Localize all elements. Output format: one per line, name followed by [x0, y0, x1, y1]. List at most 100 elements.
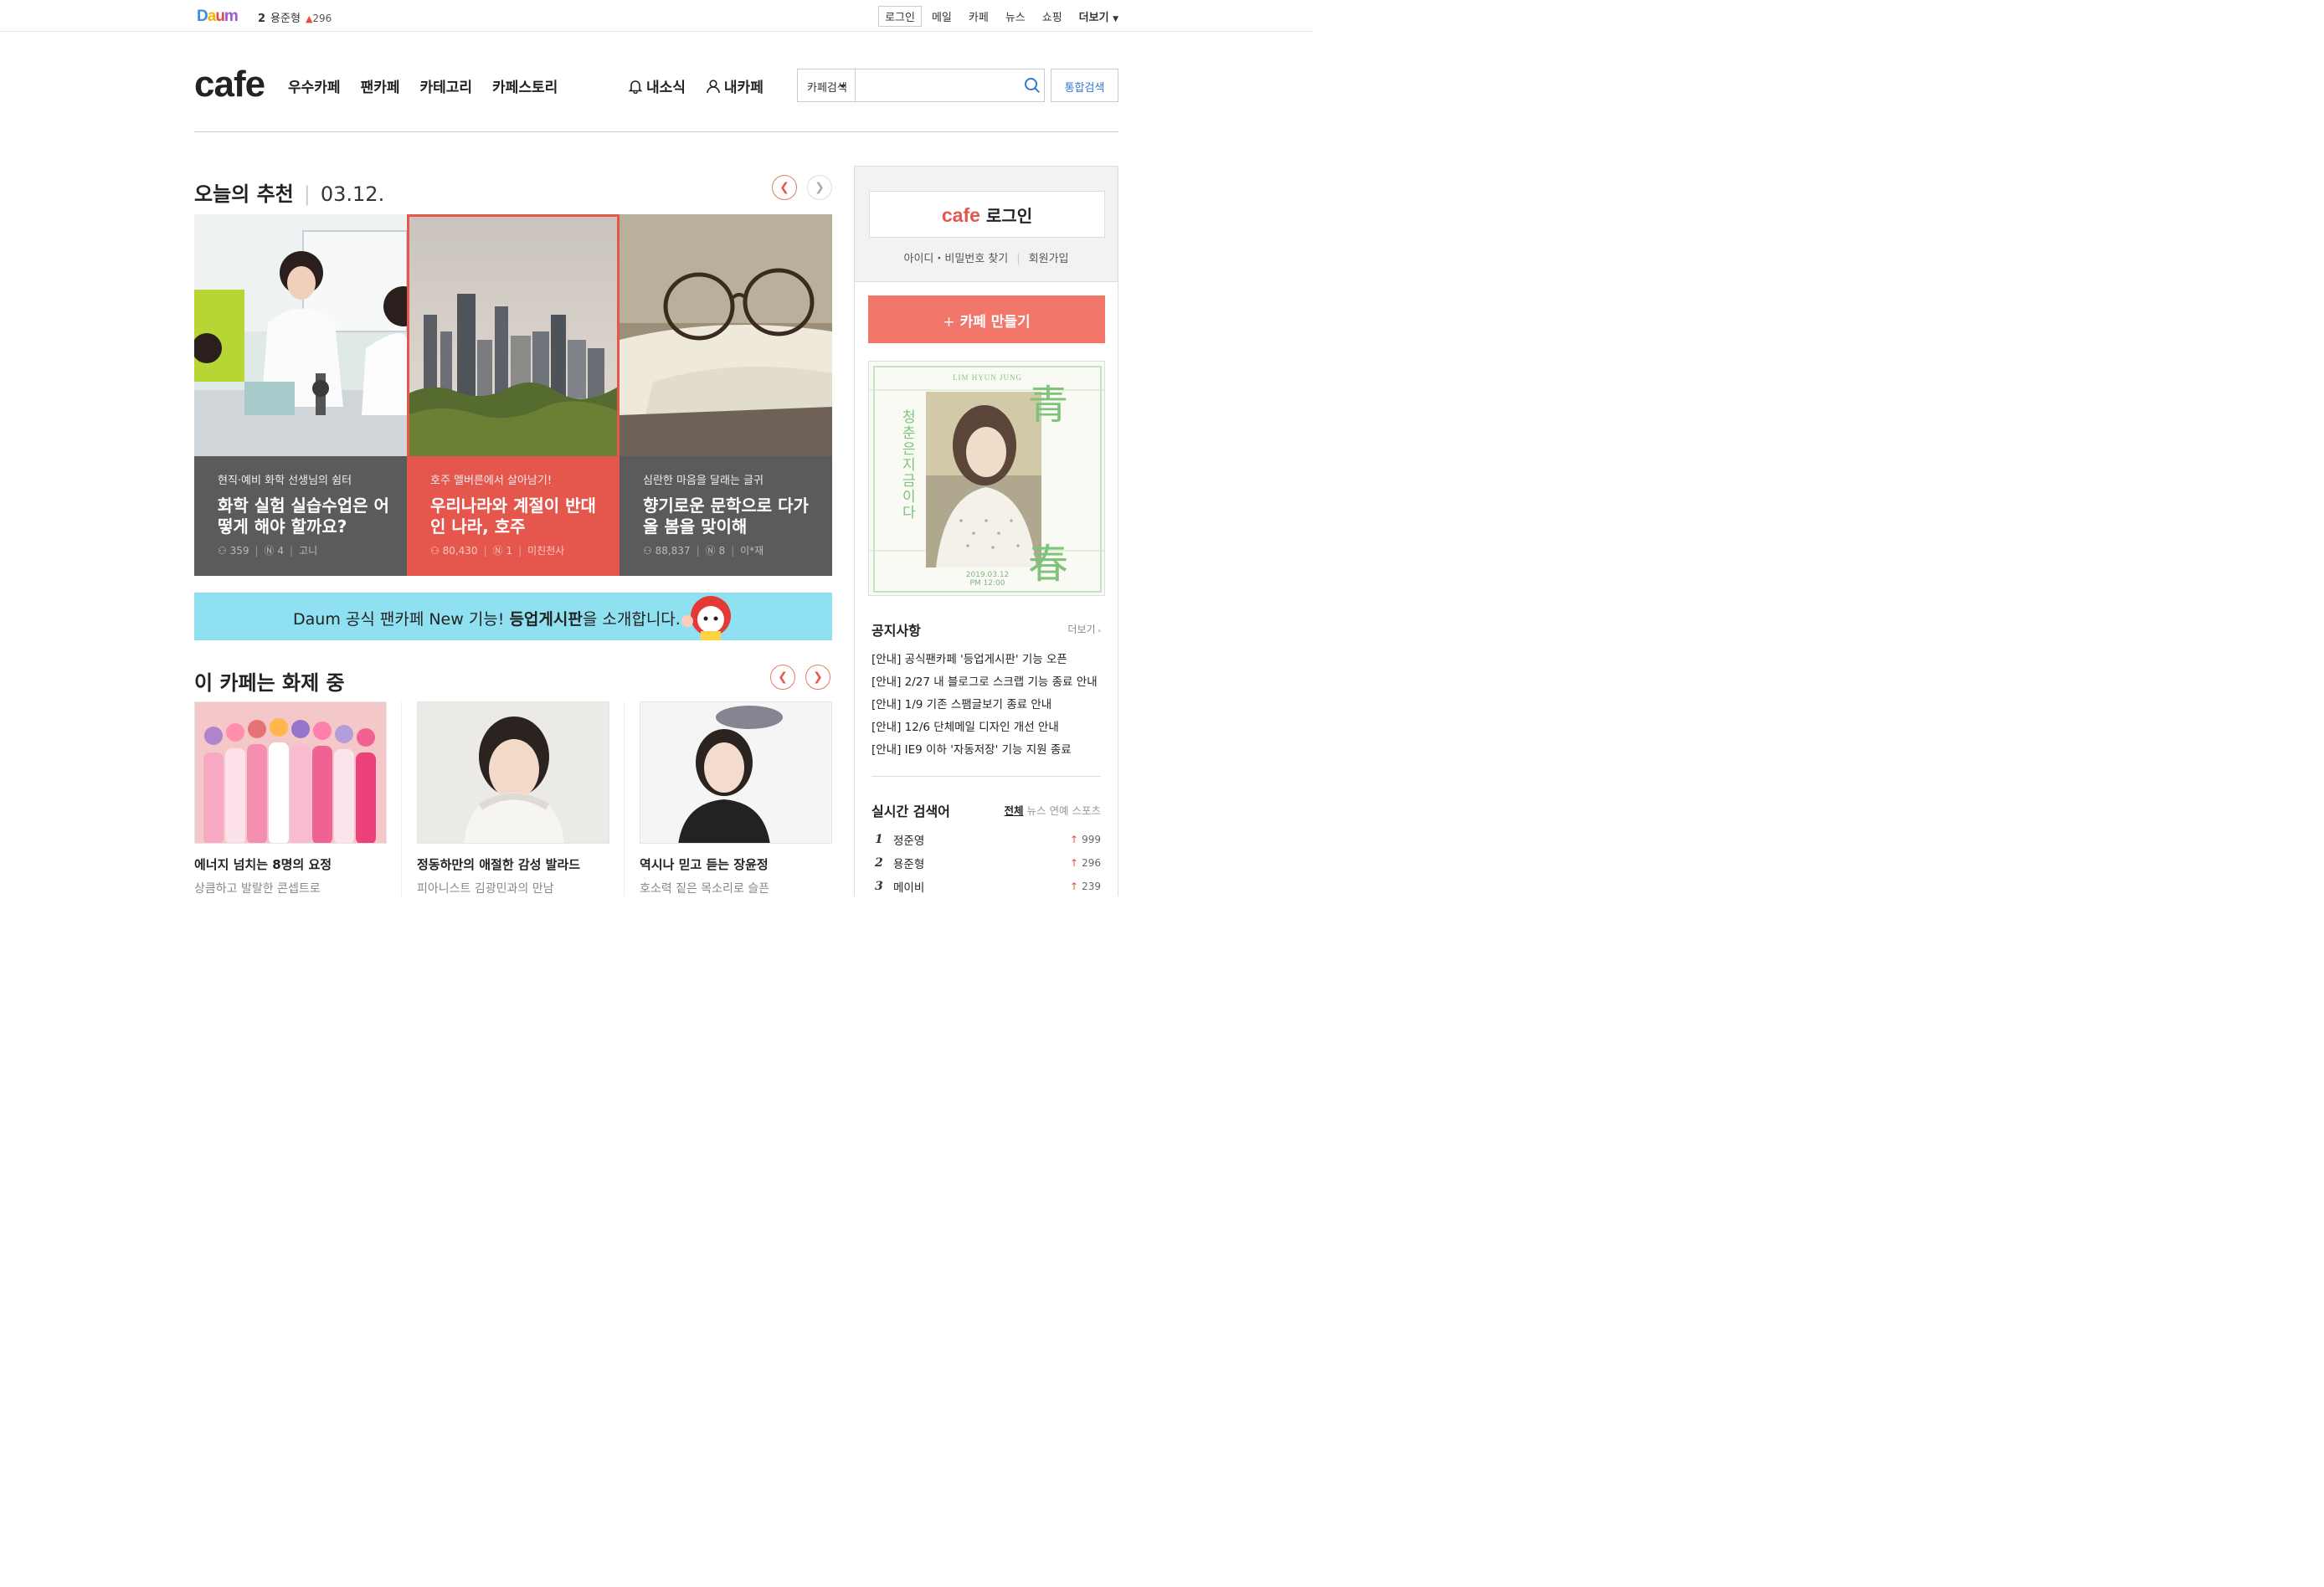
- search-input[interactable]: [855, 69, 1021, 101]
- card-meta: ⚇ 359 | Ⓝ 4 | 고니: [218, 543, 317, 557]
- top-more-button[interactable]: 더보기 ▼: [1079, 8, 1118, 24]
- nav-best-cafe[interactable]: 우수카페: [288, 75, 341, 96]
- top-link-news[interactable]: 뉴스: [1005, 8, 1026, 24]
- realtime-tabs: 전체 뉴스 연예 스포츠: [1004, 802, 1101, 818]
- mascot-icon: [681, 596, 731, 640]
- card-info: 현직·예비 화학 선생님의 쉼터 화학 실험 실습수업은 어떻게 해야 할까요?…: [194, 456, 407, 576]
- divider: [872, 776, 1101, 777]
- tab-all[interactable]: 전체: [1004, 804, 1023, 817]
- realtime-keyword: 용준형: [893, 858, 925, 871]
- sidebar: cafe 로그인 아이디・비밀번호 찾기 | 회원가입 + 카페 만들기 LIM HY…: [854, 166, 1118, 896]
- banner-text-pre: Daum 공식 팬카페 New 기능!: [293, 610, 510, 629]
- today-prev-button[interactable]: ❮: [772, 175, 797, 200]
- logo-letter: m: [224, 8, 239, 25]
- hot-next-button[interactable]: ❯: [805, 665, 830, 690]
- hot-image-singer: [417, 701, 609, 844]
- my-news-label: 내소식: [646, 80, 686, 96]
- card-info: 심란한 마음을 달래는 글귀 향기로운 문학으로 다가올 봄을 맞이해 ⚇ 88…: [620, 456, 832, 576]
- chevron-right-icon: ›: [1095, 627, 1101, 635]
- rank-keyword[interactable]: 용준형: [270, 13, 301, 25]
- card-image-city: [407, 214, 620, 456]
- arrow-up-icon: ↑: [1070, 857, 1079, 869]
- card-author: 이*재: [740, 545, 764, 557]
- chevron-right-icon: ❯: [815, 181, 825, 194]
- tab-sports[interactable]: 스포츠: [1072, 804, 1101, 817]
- chevron-left-icon: ❮: [779, 181, 789, 194]
- banner-text: Daum 공식 팬카페 New 기능! 등업게시판을 소개합니다.: [293, 607, 681, 629]
- make-cafe-button[interactable]: + 카페 만들기: [868, 295, 1105, 343]
- main-nav: 우수카페 팬카페 카테고리 카페스토리: [288, 75, 578, 96]
- realtime-row[interactable]: 3 메이비 ↑ 239: [875, 875, 1101, 898]
- find-id-password-link[interactable]: 아이디・비밀번호 찾기: [903, 253, 1008, 265]
- hot-item[interactable]: 역시나 믿고 듣는 장윤정 호소력 짙은 목소리로 슬픈: [640, 701, 862, 896]
- card-subtitle: 현직·예비 화학 선생님의 쉼터: [218, 475, 352, 487]
- today-next-button[interactable]: ❯: [807, 175, 832, 200]
- my-news-button[interactable]: 내소식: [628, 75, 686, 96]
- nav-cafe-story[interactable]: 카페스토리: [492, 75, 558, 96]
- members-icon: ⚇: [430, 544, 443, 557]
- top-login-button[interactable]: 로그인: [878, 6, 922, 27]
- today-card[interactable]: 현직·예비 화학 선생님의 쉼터 화학 실험 실습수업은 어떻게 해야 할까요?…: [194, 214, 407, 576]
- my-cafe-button[interactable]: 내카페: [706, 75, 764, 96]
- cafe-login-button[interactable]: cafe 로그인: [869, 191, 1105, 238]
- card-meta: ⚇ 80,430 | Ⓝ 1 | 미친천사: [430, 543, 564, 557]
- header: cafe 우수카페 팬카페 카테고리 카페스토리 내소식 내카페 카페검색 통합…: [194, 64, 1118, 132]
- search-button[interactable]: [1021, 69, 1044, 101]
- arrow-up-icon: ↑: [1070, 881, 1079, 892]
- card-title: 화학 실험 실습수업은 어떻게 해야 할까요?: [218, 496, 389, 537]
- meta-separator: |: [696, 544, 700, 557]
- poster-vertical-text: 청춘은 지금이다: [902, 409, 916, 521]
- hot-item-title: 역시나 믿고 듣는 장윤정: [640, 857, 769, 872]
- top-rank-ticker[interactable]: 2 용준형 ▲296: [258, 9, 332, 25]
- arrow-up-icon: ↑: [1070, 834, 1079, 845]
- hot-prev-button[interactable]: ❮: [770, 665, 795, 690]
- top-link-mail[interactable]: 메일: [932, 8, 952, 24]
- notice-item[interactable]: [안내] 1/9 기존 스팸글보기 종료 안내: [872, 694, 1098, 716]
- fan-cafe-banner[interactable]: Daum 공식 팬카페 New 기능! 등업게시판을 소개합니다.: [194, 593, 832, 640]
- chevron-right-icon: ❯: [813, 670, 823, 684]
- promo-poster[interactable]: LIM HYUN JUNG 청춘은 지금이다 青 春 2019.03.12 PM …: [868, 361, 1105, 596]
- link-separator: |: [1016, 253, 1021, 265]
- notice-item[interactable]: [안내] 12/6 단체메일 디자인 개선 안내: [872, 716, 1098, 739]
- hot-item[interactable]: 정동하만의 애절한 감성 발라드 피아니스트 김광민과의 만남: [417, 701, 640, 896]
- realtime-row[interactable]: 2 용준형 ↑ 296: [875, 851, 1101, 875]
- notice-item[interactable]: [안내] 공식팬카페 '등업게시판' 기능 오픈: [872, 649, 1098, 671]
- notice-more-link[interactable]: 더보기 ›: [1067, 622, 1101, 636]
- members-icon: ⚇: [218, 544, 230, 557]
- hot-item-subtitle: 피아니스트 김광민과의 만남: [417, 882, 554, 896]
- nav-category[interactable]: 카테고리: [419, 75, 472, 96]
- notice-item[interactable]: [안내] 2/27 내 블로그로 스크랩 기능 종료 안내: [872, 671, 1098, 694]
- card-image-glasses: [620, 214, 832, 456]
- realtime-keyword: 정준영: [893, 835, 925, 848]
- notice-item[interactable]: [안내] IE9 이하 '자동저장' 기능 지원 종료: [872, 739, 1098, 762]
- today-cards: 현직·예비 화학 선생님의 쉼터 화학 실험 실습수업은 어떻게 해야 할까요?…: [194, 214, 832, 576]
- daum-logo[interactable]: Daum: [197, 8, 239, 26]
- cafe-logo[interactable]: cafe: [194, 64, 265, 105]
- realtime-count: 296: [1082, 857, 1101, 869]
- today-card[interactable]: 심란한 마음을 달래는 글귀 향기로운 문학으로 다가올 봄을 맞이해 ⚇ 88…: [620, 214, 832, 576]
- tab-entertainment[interactable]: 연예: [1049, 804, 1068, 817]
- login-links: 아이디・비밀번호 찾기 | 회원가입: [855, 249, 1118, 265]
- unified-search-button[interactable]: 통합검색: [1051, 69, 1118, 102]
- nav-fan-cafe[interactable]: 팬카페: [361, 75, 400, 96]
- card-author: 미친천사: [527, 545, 565, 557]
- poster-date: 2019.03.12: [965, 571, 1010, 579]
- today-card[interactable]: 호주 멜버른에서 살아남기! 우리나라와 계절이 반대인 나라, 호주 ⚇ 80…: [407, 214, 620, 576]
- hot-item[interactable]: 에너지 넘치는 8명의 요정 상큼하고 발랄한 콘셉트로: [194, 701, 417, 896]
- hot-image-woman: [640, 701, 832, 844]
- posts-icon: Ⓝ: [492, 545, 506, 557]
- top-link-cafe[interactable]: 카페: [969, 8, 989, 24]
- card-members: 359: [229, 544, 249, 557]
- meta-separator: |: [255, 544, 259, 557]
- card-posts: 8: [718, 544, 726, 557]
- realtime-row[interactable]: 1 정준영 ↑ 999: [875, 828, 1101, 851]
- hot-item-subtitle: 상큼하고 발랄한 콘셉트로: [194, 882, 321, 896]
- posts-icon: Ⓝ: [264, 545, 278, 557]
- join-link[interactable]: 회원가입: [1029, 253, 1069, 265]
- card-subtitle: 심란한 마음을 달래는 글귀: [643, 475, 764, 487]
- realtime-rank: 3: [875, 880, 883, 893]
- search-type-select[interactable]: 카페검색: [798, 69, 856, 101]
- top-link-shopping[interactable]: 쇼핑: [1042, 8, 1062, 24]
- more-label: 더보기: [1078, 12, 1109, 24]
- tab-news[interactable]: 뉴스: [1026, 804, 1046, 817]
